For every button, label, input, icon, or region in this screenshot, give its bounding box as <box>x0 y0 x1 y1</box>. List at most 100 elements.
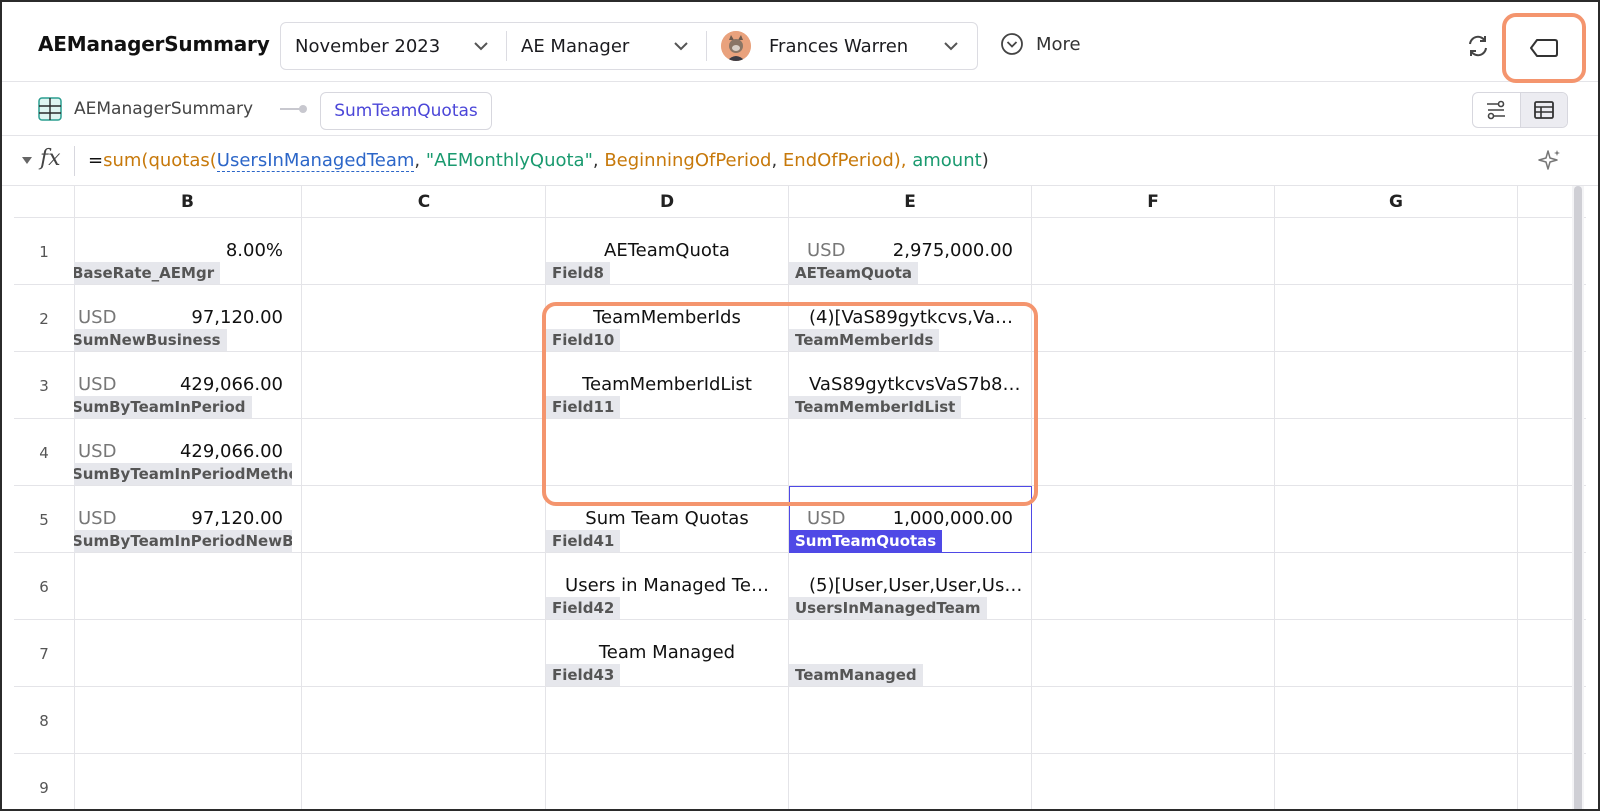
page-title: AEManagerSummary <box>38 32 270 56</box>
field-tag: Field41 <box>546 530 621 552</box>
field-tag: Field10 <box>546 329 621 351</box>
formula-string-quota: "AEMonthlyQuota" <box>425 150 593 171</box>
cell-b1[interactable]: 8.00% BaseRate_AEMgr <box>74 218 301 284</box>
ai-sparkle-button[interactable] <box>1536 148 1562 174</box>
column-divider <box>301 186 302 809</box>
row-header-2[interactable]: 2 <box>14 285 74 352</box>
fx-icon: fx <box>40 146 61 171</box>
period-filter[interactable]: November 2023 <box>281 23 506 69</box>
spreadsheet-grid: BCDEFG 123456789 8.00% BaseRate_AEMgr USD 9… <box>14 186 1586 809</box>
cell-d1[interactable]: AETeamQuota Field8 <box>546 218 788 284</box>
cell-d2[interactable]: TeamMemberIds Field10 <box>546 285 788 351</box>
grid-view-button[interactable] <box>1519 93 1567 127</box>
formula-divider <box>74 146 75 176</box>
more-filters-button[interactable]: More <box>1000 32 1081 56</box>
sparkle-icon <box>1538 150 1560 170</box>
cell-d7[interactable]: Team Managed Field43 <box>546 620 788 686</box>
formula-paren: ( <box>209 150 217 171</box>
row-header-4[interactable]: 4 <box>14 419 74 486</box>
cell-d3[interactable]: TeamMemberIdList Field11 <box>546 352 788 418</box>
cell-b2[interactable]: USD 97,120.00 SumNewBusiness <box>74 285 301 351</box>
cell-b3[interactable]: USD 429,066.00 SumByTeamInPeriod <box>74 352 301 418</box>
formula-field-amount: amount <box>912 150 982 171</box>
filter-bar: November 2023 AE Manager Frances Warren <box>280 22 978 70</box>
formula-comma: , <box>592 150 605 171</box>
tag-labels-button[interactable] <box>1502 13 1586 83</box>
cell-currency: USD <box>807 240 846 261</box>
formula-equals: = <box>88 150 104 171</box>
row-header-7[interactable]: 7 <box>14 620 74 687</box>
flow-icon <box>1487 100 1506 120</box>
column-header-d[interactable]: D <box>546 186 789 218</box>
column-header-f[interactable]: F <box>1032 186 1275 218</box>
collapse-caret-icon[interactable] <box>22 157 32 164</box>
top-bar: AEManagerSummary November 2023 AE Manage… <box>2 2 1598 83</box>
row-header-1[interactable]: 1 <box>14 218 74 285</box>
cell-value: TeamMemberIds <box>593 307 741 328</box>
cell-e3[interactable]: VaS89gytkcvsVaS7b8… TeamMemberIdList <box>789 352 1031 418</box>
cell-value: 8.00% <box>225 240 283 261</box>
cell-e1[interactable]: USD 2,975,000.00 AETeamQuota <box>789 218 1031 284</box>
cell-e6[interactable]: (5)[User,User,User,Us… UsersInManagedTeam <box>789 553 1031 619</box>
column-header-b[interactable]: B <box>74 186 302 218</box>
breadcrumb-selected-field[interactable]: SumTeamQuotas <box>320 92 492 130</box>
row-header-6[interactable]: 6 <box>14 553 74 620</box>
field-tag: TeamMemberIdList <box>789 396 962 418</box>
active-cell-outline <box>789 486 1032 553</box>
cell-value: AETeamQuota <box>604 240 730 261</box>
column-header-c[interactable]: C <box>303 186 546 218</box>
formula-input[interactable]: =sum(quotas(UsersInManagedTeam, "AEMonth… <box>88 150 989 172</box>
role-filter[interactable]: AE Manager <box>506 31 706 61</box>
period-filter-label: November 2023 <box>295 35 441 57</box>
cell-e2[interactable]: (4)[VaS89gytkcvs,Va… TeamMemberIds <box>789 285 1031 351</box>
field-tag: Field11 <box>546 396 621 418</box>
field-tag: BaseRate_AEMgr <box>74 262 221 284</box>
row-divider <box>14 686 1586 687</box>
row-header-9[interactable]: 9 <box>14 754 74 809</box>
cell-value: (4)[VaS89gytkcvs,Va… <box>809 307 1013 328</box>
refresh-button[interactable] <box>1464 32 1492 60</box>
cell-currency: USD <box>78 441 117 462</box>
formula-ref-users[interactable]: UsersInManagedTeam <box>216 150 415 172</box>
more-label: More <box>1036 33 1081 55</box>
refresh-icon <box>1469 35 1487 57</box>
row-header-3[interactable]: 3 <box>14 352 74 419</box>
scrollbar-thumb[interactable] <box>1574 186 1582 809</box>
field-tag: Field8 <box>546 262 610 284</box>
field-tag: SumByTeamInPeriodMetho… <box>74 463 292 485</box>
cell-currency: USD <box>78 508 117 529</box>
breadcrumb: AEManagerSummary SumTeamQuotas <box>2 82 1598 136</box>
breadcrumb-sheet[interactable]: AEManagerSummary <box>74 99 253 119</box>
row-header-5[interactable]: 5 <box>14 486 74 553</box>
column-divider <box>1274 186 1275 809</box>
column-headers: BCDEFG <box>14 186 1586 218</box>
role-filter-label: AE Manager <box>521 35 630 57</box>
cell-b4[interactable]: USD 429,066.00 SumByTeamInPeriodMetho… <box>74 419 301 485</box>
field-tag: TeamMemberIds <box>789 329 940 351</box>
field-tag: AETeamQuota <box>789 262 919 284</box>
avatar <box>721 31 751 61</box>
chevron-down-icon <box>470 35 492 57</box>
formula-paren: ) <box>981 150 989 171</box>
cell-currency: USD <box>78 374 117 395</box>
user-filter[interactable]: Frances Warren <box>706 31 976 61</box>
formula-fn-sum: sum <box>103 150 142 171</box>
cell-b5[interactable]: USD 97,120.00SumByTeamInPeriodNewBu… <box>74 486 301 552</box>
formula-comma: , <box>771 150 783 171</box>
formula-arg-end: EndOfPeriod <box>782 150 894 171</box>
formula-arg-begin: BeginningOfPeriod <box>604 150 772 171</box>
column-header-g[interactable]: G <box>1275 186 1518 218</box>
vertical-scrollbar[interactable] <box>1572 186 1584 809</box>
column-divider <box>1517 186 1518 809</box>
cell-value: 429,066.00 <box>179 441 283 462</box>
field-tag: TeamManaged <box>789 664 923 686</box>
breadcrumb-connector <box>280 105 307 113</box>
cell-d5[interactable]: Sum Team Quotas Field41 <box>546 486 788 552</box>
formula-paren: ), <box>893 150 913 171</box>
flow-view-button[interactable] <box>1473 93 1520 127</box>
app-window: AEManagerSummary November 2023 AE Manage… <box>0 0 1600 811</box>
cell-e7[interactable]: TeamManaged <box>789 620 1031 686</box>
row-header-8[interactable]: 8 <box>14 687 74 754</box>
column-header-e[interactable]: E <box>789 186 1032 218</box>
cell-d6[interactable]: Users in Managed Te… Field42 <box>546 553 788 619</box>
